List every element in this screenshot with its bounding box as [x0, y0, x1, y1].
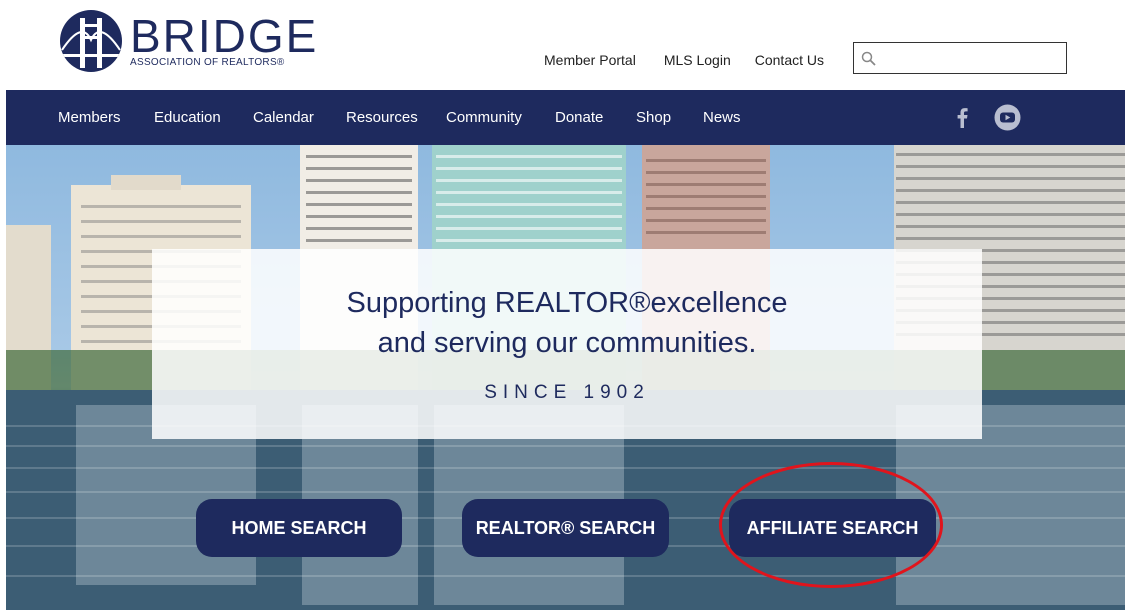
youtube-icon[interactable] [994, 104, 1021, 131]
contact-us-link[interactable]: Contact Us [755, 52, 824, 68]
home-search-button[interactable]: HOME SEARCH [196, 499, 402, 557]
since-text: SINCE 1902 [484, 382, 650, 403]
site-header: BRIDGE ASSOCIATION OF REALTORS® Member P… [0, 0, 1125, 90]
nav-item-calendar[interactable]: Calendar [253, 109, 314, 126]
nav-item-members[interactable]: Members [58, 109, 121, 126]
nav-item-education[interactable]: Education [154, 109, 221, 126]
search-input[interactable] [853, 42, 1067, 74]
facebook-icon[interactable] [949, 104, 976, 131]
brand-name: BRIDGE [130, 9, 319, 62]
utility-links: Member Portal MLS Login Contact Us [544, 52, 852, 68]
tagline-panel: Supporting REALTOR®excellence and servin… [152, 249, 982, 439]
nav-item-news[interactable]: News [703, 109, 741, 126]
main-nav: Members Education Calendar Resources Com… [6, 90, 1125, 145]
nav-item-donate[interactable]: Donate [555, 109, 603, 126]
tagline-line-2: and serving our communities. [377, 327, 757, 359]
brand-logo[interactable]: BRIDGE ASSOCIATION OF REALTORS® [60, 10, 318, 72]
nav-item-resources[interactable]: Resources [346, 109, 418, 126]
search-icon [861, 51, 876, 66]
mls-login-link[interactable]: MLS Login [664, 52, 731, 68]
annotation-circle [719, 462, 943, 588]
tagline-line-1: Supporting REALTOR®excellence [346, 287, 788, 319]
nav-item-community[interactable]: Community [446, 109, 522, 126]
member-portal-link[interactable]: Member Portal [544, 52, 636, 68]
nav-item-shop[interactable]: Shop [636, 109, 671, 126]
bridge-logo-icon [60, 10, 122, 72]
realtor-search-button[interactable]: REALTOR® SEARCH [462, 499, 669, 557]
hero-banner: Supporting REALTOR®excellence and servin… [6, 145, 1125, 610]
